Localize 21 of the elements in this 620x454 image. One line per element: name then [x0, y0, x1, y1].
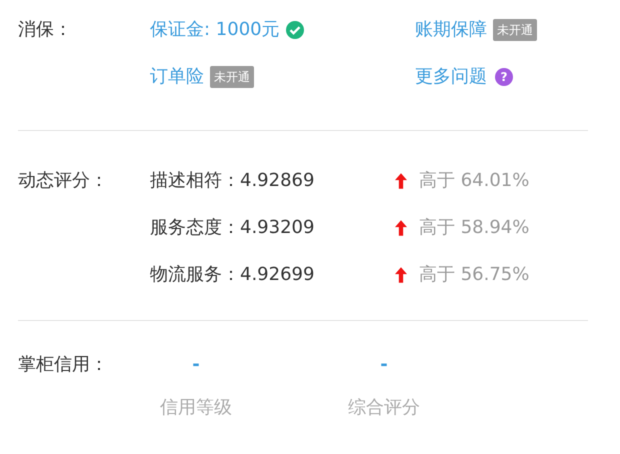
credit-value: -	[380, 354, 388, 375]
comparison-text: 高于 56.75%	[419, 263, 530, 287]
section-label: 动态评分：	[18, 169, 109, 193]
help-icon[interactable]: ?	[495, 68, 513, 86]
credit-value: -	[192, 354, 200, 375]
comparison-text: 高于 64.01%	[419, 169, 530, 193]
guarantee-link[interactable]: 账期保障	[415, 16, 487, 43]
guarantee-link[interactable]: 订单险	[150, 63, 204, 90]
status-badge: 未开通	[493, 18, 537, 40]
status-badge: 未开通	[210, 66, 254, 88]
guarantee-link[interactable]: 更多问题	[415, 63, 487, 90]
check-icon	[286, 20, 304, 38]
credit-caption: 信用等级	[160, 397, 232, 418]
guarantee-link[interactable]: 保证金: 1000元	[150, 16, 280, 43]
rating-score: 物流服务：4.92699	[150, 264, 314, 285]
comparison-text: 高于 58.94%	[419, 216, 530, 240]
rating-score: 服务态度：4.93209	[150, 217, 314, 238]
credit-caption: 综合评分	[348, 397, 420, 418]
section-label: 消保：	[18, 18, 73, 42]
rating-score: 描述相符：4.92869	[150, 170, 314, 191]
section-label: 掌柜信用：	[18, 353, 109, 377]
